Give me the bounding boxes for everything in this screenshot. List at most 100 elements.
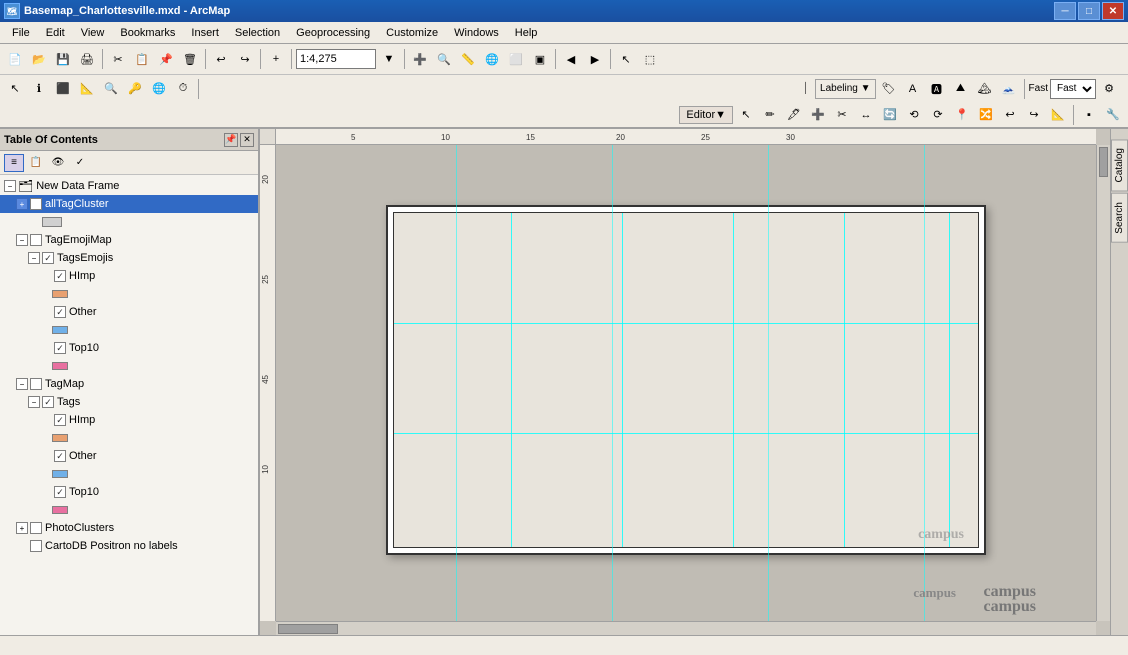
scrollbar-horizontal[interactable] — [276, 621, 1096, 635]
select3-btn[interactable]: ⬛ — [52, 78, 74, 100]
menu-windows[interactable]: Windows — [446, 25, 507, 41]
editor-tool12[interactable]: ↩ — [999, 104, 1021, 126]
editor-tool2[interactable]: ✏ — [759, 104, 781, 126]
time-btn[interactable]: ⏱ — [172, 78, 194, 100]
catalog-tab[interactable]: Catalog — [1111, 139, 1128, 191]
check-tagsemojis[interactable] — [42, 252, 54, 264]
redo-btn[interactable]: ↪ — [234, 48, 256, 70]
menu-selection[interactable]: Selection — [227, 25, 288, 41]
check-other1[interactable] — [54, 306, 66, 318]
editor-tool13[interactable]: ↪ — [1023, 104, 1045, 126]
toc-item-top10-1[interactable]: Top10 — [0, 339, 258, 357]
expand-newdataframe[interactable]: − — [4, 180, 16, 192]
editor-tool5[interactable]: ✂ — [831, 104, 853, 126]
menu-customize[interactable]: Customize — [378, 25, 446, 41]
editor-tool1[interactable]: ↖ — [735, 104, 757, 126]
new-btn[interactable]: 📄 — [4, 48, 26, 70]
scale-input[interactable]: 1:4,275 — [296, 49, 376, 69]
save-btn[interactable]: 💾 — [52, 48, 74, 70]
copy-btn[interactable]: 📋 — [131, 48, 153, 70]
identify-btn[interactable]: 🔑 — [124, 78, 146, 100]
expand-tagemojimap[interactable]: − — [16, 234, 28, 246]
check-top10-2[interactable] — [54, 486, 66, 498]
find-btn[interactable]: 🔍 — [100, 78, 122, 100]
editor-tool9[interactable]: ⟳ — [927, 104, 949, 126]
editor-tool10[interactable]: 📍 — [951, 104, 973, 126]
toc-vis-btn[interactable]: 👁 — [48, 154, 68, 172]
toc-item-himp1[interactable]: HImp — [0, 267, 258, 285]
label-tool6[interactable]: 🗻 — [998, 78, 1020, 100]
check-alltagcluster[interactable] — [30, 198, 42, 210]
expand-alltagcluster[interactable]: + — [16, 198, 28, 210]
label-tool2[interactable]: A — [902, 78, 924, 100]
expand-tagmap[interactable]: − — [16, 378, 28, 390]
cut-btn[interactable]: ✂ — [107, 48, 129, 70]
check-cartodb[interactable] — [30, 540, 42, 552]
window-controls[interactable]: ─ □ ✕ — [1054, 2, 1124, 20]
editor-button[interactable]: Editor▼ — [679, 106, 733, 124]
scroll-thumb-v[interactable] — [1099, 147, 1108, 177]
editor-tool11[interactable]: 🔀 — [975, 104, 997, 126]
globe-btn[interactable]: 🌐 — [481, 48, 503, 70]
toc-item-tagmap[interactable]: − TagMap — [0, 375, 258, 393]
toc-item-tagemojimap[interactable]: − TagEmojiMap — [0, 231, 258, 249]
editor-tool3[interactable]: 🖋 — [783, 104, 805, 126]
menu-view[interactable]: View — [73, 25, 113, 41]
check-other2[interactable] — [54, 450, 66, 462]
toc-item-newdataframe[interactable]: − 🗂 New Data Frame — [0, 177, 258, 195]
editor-tool7[interactable]: 🔄 — [879, 104, 901, 126]
maximize-button[interactable]: □ — [1078, 2, 1100, 20]
html-btn[interactable]: 🌐 — [148, 78, 170, 100]
check-tagemojimap[interactable] — [30, 234, 42, 246]
labeling-button[interactable]: Labeling ▼ — [815, 79, 876, 99]
search-tab[interactable]: Search — [1111, 193, 1128, 243]
close-button[interactable]: ✕ — [1102, 2, 1124, 20]
label-tool1[interactable]: 🏷 — [878, 78, 900, 100]
toc-item-other2[interactable]: Other — [0, 447, 258, 465]
toc-item-photoclusters[interactable]: + PhotoClusters — [0, 519, 258, 537]
select-btn[interactable]: ↖ — [615, 48, 637, 70]
toc-item-other1[interactable]: Other — [0, 303, 258, 321]
arrow-btn[interactable]: ↖ — [4, 78, 26, 100]
toc-item-top10-2[interactable]: Top10 — [0, 483, 258, 501]
menu-bookmarks[interactable]: Bookmarks — [112, 25, 183, 41]
open-btn[interactable]: 📂 — [28, 48, 50, 70]
toc-close-btn[interactable]: ✕ — [240, 133, 254, 147]
check-tagmap[interactable] — [30, 378, 42, 390]
measure-btn[interactable]: 📏 — [457, 48, 479, 70]
scroll-thumb-h[interactable] — [278, 624, 338, 634]
paste-btn[interactable]: 📌 — [155, 48, 177, 70]
check-himp2[interactable] — [54, 414, 66, 426]
toc-float-btn[interactable]: 📌 — [224, 133, 238, 147]
check-photoclusters[interactable] — [30, 522, 42, 534]
add-data-btn[interactable]: ➕ — [409, 48, 431, 70]
toc-list-btn[interactable]: ≡ — [4, 154, 24, 172]
menu-help[interactable]: Help — [507, 25, 546, 41]
toc-item-alltagcluster[interactable]: + allTagCluster — [0, 195, 258, 213]
delete-btn[interactable]: 🗑 — [179, 48, 201, 70]
go-back-btn[interactable]: ◀ — [560, 48, 582, 70]
info-btn[interactable]: ℹ — [28, 78, 50, 100]
menu-edit[interactable]: Edit — [38, 25, 73, 41]
undo-btn[interactable]: ↩ — [210, 48, 232, 70]
label-settings[interactable]: ⚙ — [1098, 78, 1120, 100]
scrollbar-vertical[interactable] — [1096, 145, 1110, 621]
zoom-btn[interactable]: + — [265, 48, 287, 70]
toc-controls[interactable]: 📌 ✕ — [224, 133, 254, 147]
editor-tool15[interactable]: ▪ — [1078, 104, 1100, 126]
scale-dropdown[interactable]: ▼ — [378, 48, 400, 70]
editor-tool6[interactable]: ↔ — [855, 104, 877, 126]
minimize-button[interactable]: ─ — [1054, 2, 1076, 20]
toc-item-cartodb[interactable]: CartoDB Positron no labels — [0, 537, 258, 555]
check-himp1[interactable] — [54, 270, 66, 282]
full-ext-btn[interactable]: ⬜ — [505, 48, 527, 70]
label-tool3[interactable]: 🅰 — [926, 78, 948, 100]
toc-item-tags[interactable]: − Tags — [0, 393, 258, 411]
print-btn[interactable]: 🖨 — [76, 48, 98, 70]
identity-btn[interactable]: 🔍 — [433, 48, 455, 70]
toc-item-tagsemojis[interactable]: − TagsEmojis — [0, 249, 258, 267]
full-ext2-btn[interactable]: ▣ — [529, 48, 551, 70]
editor-tool14[interactable]: 📐 — [1047, 104, 1069, 126]
fast-dropdown[interactable]: Fast — [1050, 79, 1096, 99]
expand-tags[interactable]: − — [28, 396, 40, 408]
